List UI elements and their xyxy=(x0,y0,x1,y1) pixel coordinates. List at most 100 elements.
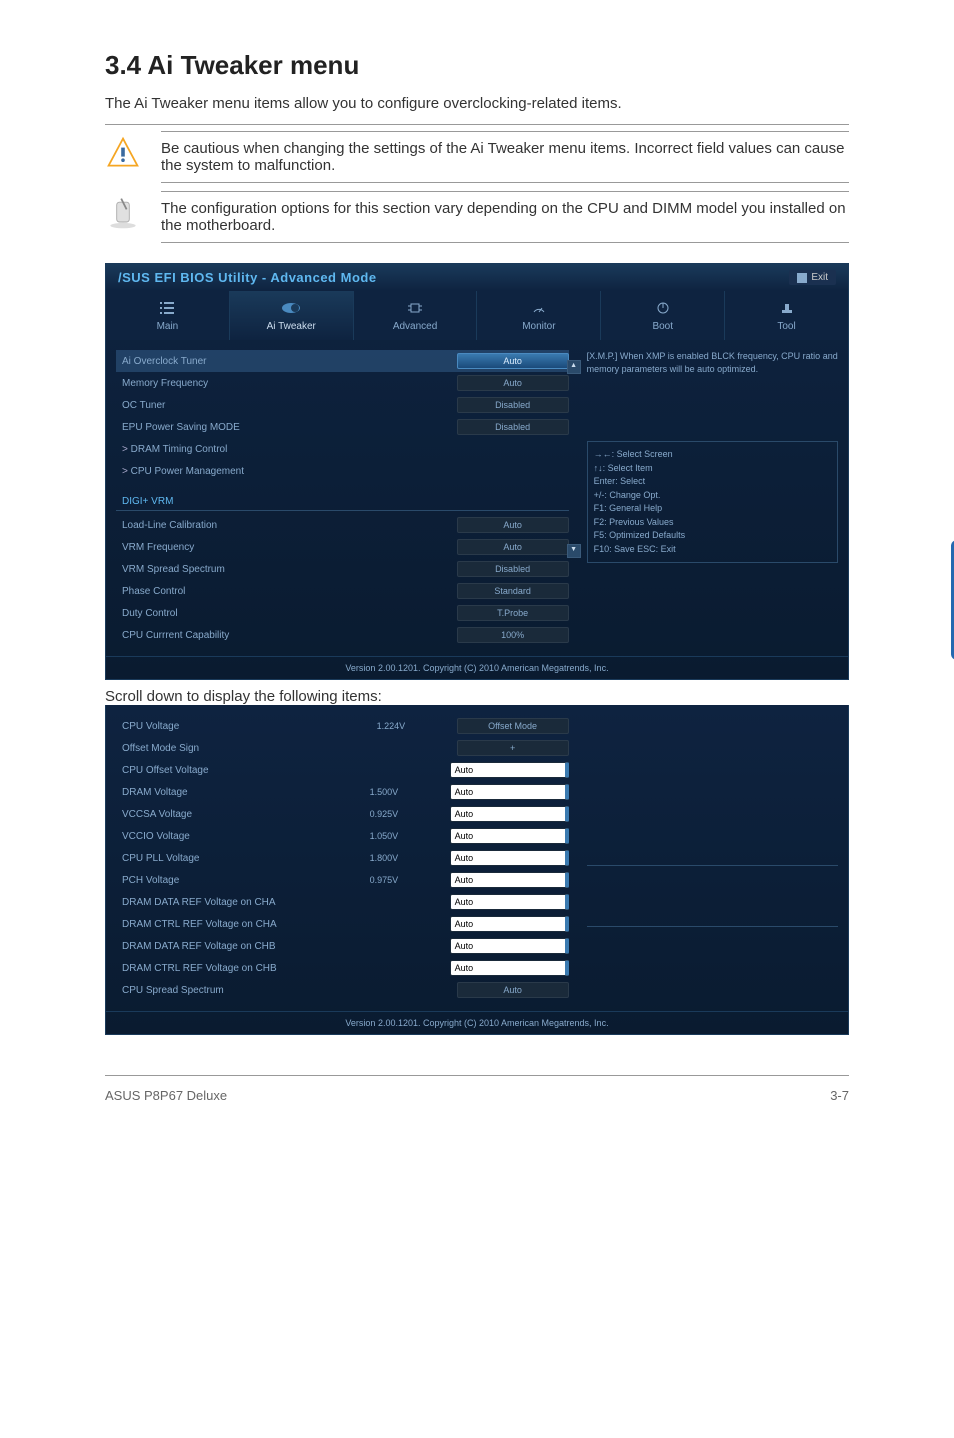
submenu-row[interactable]: CPU Power Management xyxy=(116,460,569,482)
setting-reading: 1.224V xyxy=(377,721,457,731)
setting-row[interactable]: CPU Spread SpectrumAuto xyxy=(116,979,569,1001)
setting-value[interactable]: Auto xyxy=(457,539,569,555)
setting-row[interactable]: Phase Control Standard xyxy=(116,580,569,602)
tab-boot[interactable]: Boot xyxy=(601,291,725,340)
gauge-icon xyxy=(477,301,600,315)
setting-row[interactable]: Memory Frequency Auto xyxy=(116,372,569,394)
setting-value[interactable]: Auto xyxy=(450,916,569,932)
setting-value[interactable]: Auto xyxy=(450,828,569,844)
setting-row[interactable]: VCCIO Voltage1.050VAuto xyxy=(116,825,569,847)
help-navigation: →←: Select Screen ↑↓: Select Item Enter:… xyxy=(587,441,838,563)
setting-row[interactable]: Load-Line Calibration Auto xyxy=(116,514,569,536)
setting-label: Ai Overclock Tuner xyxy=(116,356,457,367)
setting-value[interactable]: Auto xyxy=(450,762,569,778)
setting-value[interactable]: Auto xyxy=(457,517,569,533)
setting-row[interactable]: DRAM CTRL REF Voltage on CHA Auto xyxy=(116,913,569,935)
setting-row[interactable]: VRM Frequency Auto xyxy=(116,536,569,558)
setting-row[interactable]: OC Tuner Disabled xyxy=(116,394,569,416)
tab-monitor[interactable]: Monitor xyxy=(477,291,601,340)
setting-row[interactable]: DRAM DATA REF Voltage on CHAAuto xyxy=(116,891,569,913)
bios-footer: Version 2.00.1201. Copyright (C) 2010 Am… xyxy=(106,656,848,679)
setting-value[interactable]: Auto xyxy=(457,982,569,998)
help-line: F10: Save ESC: Exit xyxy=(594,543,831,557)
bios-content: Ai Overclock Tuner Auto Memory Frequency… xyxy=(116,350,577,646)
setting-row[interactable]: CPU PLL Voltage1.800VAuto xyxy=(116,847,569,869)
notice-caution: Be cautious when changing the settings o… xyxy=(105,124,849,183)
setting-value[interactable]: Offset Mode xyxy=(457,718,569,734)
caution-icon xyxy=(105,135,141,171)
setting-row[interactable]: Offset Mode Sign + xyxy=(116,737,569,759)
setting-row[interactable]: PCH Voltage0.975VAuto xyxy=(116,869,569,891)
tab-tool[interactable]: Tool xyxy=(725,291,848,340)
setting-row[interactable]: DRAM DATA REF Voltage on CHBAuto xyxy=(116,935,569,957)
help-description: [X.M.P.] When XMP is enabled BLCK freque… xyxy=(587,350,838,375)
setting-value[interactable]: 100% xyxy=(457,627,569,643)
caution-text: Be cautious when changing the settings o… xyxy=(161,131,849,183)
exit-button[interactable]: Exit xyxy=(789,270,836,285)
tabbar: Main Ai Tweaker Advanced Monitor Boot To… xyxy=(106,291,848,340)
bios-content: CPU Voltage1.224VOffset ModeOffset Mode … xyxy=(116,715,577,1001)
setting-value[interactable]: Auto xyxy=(457,375,569,391)
tab-main-label: Main xyxy=(106,321,229,332)
setting-value[interactable]: Auto xyxy=(450,894,569,910)
exit-label: Exit xyxy=(811,272,828,283)
setting-row[interactable]: EPU Power Saving MODE Disabled xyxy=(116,416,569,438)
notice-info: The configuration options for this secti… xyxy=(105,191,849,243)
setting-value[interactable]: Auto xyxy=(450,784,569,800)
setting-row[interactable]: Duty Control T.Probe xyxy=(116,602,569,624)
setting-row[interactable]: CPU Currrent Capability 100% xyxy=(116,624,569,646)
setting-row[interactable]: Ai Overclock Tuner Auto xyxy=(116,350,569,372)
tab-boot-label: Boot xyxy=(601,321,724,332)
setting-row[interactable]: VCCSA Voltage0.925VAuto xyxy=(116,803,569,825)
setting-row[interactable]: VRM Spread Spectrum Disabled xyxy=(116,558,569,580)
setting-row[interactable]: CPU Offset VoltageAuto xyxy=(116,759,569,781)
setting-row[interactable]: DRAM CTRL REF Voltage on CHBAuto xyxy=(116,957,569,979)
note-text: The configuration options for this secti… xyxy=(161,191,849,243)
tweaker-icon xyxy=(230,301,353,315)
setting-value[interactable]: Standard xyxy=(457,583,569,599)
setting-label: CPU Voltage xyxy=(116,721,377,732)
setting-value[interactable]: T.Probe xyxy=(457,605,569,621)
setting-value[interactable]: Auto xyxy=(450,806,569,822)
setting-value[interactable]: Disabled xyxy=(457,561,569,577)
tab-advanced[interactable]: Advanced xyxy=(354,291,478,340)
scroll-caption: Scroll down to display the following ite… xyxy=(105,688,849,705)
tab-ai-tweaker[interactable]: Ai Tweaker xyxy=(230,291,354,340)
setting-label: CPU Currrent Capability xyxy=(116,630,457,641)
setting-value[interactable]: Disabled xyxy=(457,419,569,435)
bios-brand: /SUS EFI BIOS Utility - Advanced Mode xyxy=(118,270,377,285)
setting-label: VRM Frequency xyxy=(116,542,457,553)
setting-value[interactable]: + xyxy=(457,740,569,756)
tab-tweaker-label: Ai Tweaker xyxy=(230,321,353,332)
setting-label: DRAM CTRL REF Voltage on CHA xyxy=(116,919,370,930)
setting-label: Offset Mode Sign xyxy=(116,743,377,754)
submenu-label: CPU Power Management xyxy=(116,466,569,477)
setting-label: EPU Power Saving MODE xyxy=(116,422,457,433)
setting-row[interactable]: DRAM Voltage1.500VAuto xyxy=(116,781,569,803)
section-heading: 3.4 Ai Tweaker menu xyxy=(105,50,849,81)
chip-icon xyxy=(354,301,477,315)
setting-value[interactable]: Auto xyxy=(450,938,569,954)
list-icon xyxy=(106,301,229,315)
bios-help: [X.M.P.] When XMP is enabled BLCK freque… xyxy=(577,350,838,646)
submenu-row[interactable]: DRAM Timing Control xyxy=(116,438,569,460)
setting-label: Memory Frequency xyxy=(116,378,457,389)
bios-panel: /SUS EFI BIOS Utility - Advanced Mode Ex… xyxy=(105,263,849,680)
setting-label: DRAM Voltage xyxy=(116,787,370,798)
power-icon xyxy=(601,301,724,315)
tab-tool-label: Tool xyxy=(725,321,848,332)
setting-label: VRM Spread Spectrum xyxy=(116,564,457,575)
help-line: →←: Select Screen xyxy=(594,448,831,462)
setting-reading: 0.975V xyxy=(370,875,450,885)
setting-label: VCCIO Voltage xyxy=(116,831,370,842)
setting-reading: 1.500V xyxy=(370,787,450,797)
setting-value[interactable]: Auto xyxy=(450,960,569,976)
setting-label: CPU PLL Voltage xyxy=(116,853,370,864)
setting-value[interactable]: Auto xyxy=(457,353,569,369)
tab-main[interactable]: Main xyxy=(106,291,230,340)
setting-value[interactable]: Disabled xyxy=(457,397,569,413)
setting-value[interactable]: Auto xyxy=(450,872,569,888)
footer-left: ASUS P8P67 Deluxe xyxy=(105,1088,227,1103)
setting-value[interactable]: Auto xyxy=(450,850,569,866)
setting-row[interactable]: CPU Voltage1.224VOffset Mode xyxy=(116,715,569,737)
